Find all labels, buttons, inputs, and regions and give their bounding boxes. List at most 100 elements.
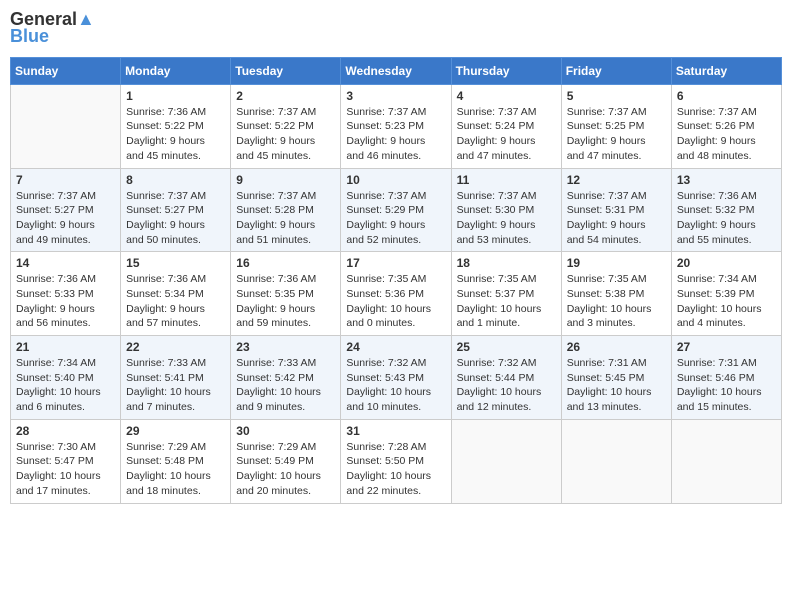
day-number: 22 xyxy=(126,340,225,354)
day-info: Sunrise: 7:31 AMSunset: 5:46 PMDaylight:… xyxy=(677,356,776,415)
day-number: 1 xyxy=(126,89,225,103)
day-info: Sunrise: 7:34 AMSunset: 5:39 PMDaylight:… xyxy=(677,272,776,331)
calendar-cell: 25 Sunrise: 7:32 AMSunset: 5:44 PMDayligh… xyxy=(451,336,561,420)
calendar-cell xyxy=(671,419,781,503)
day-number: 21 xyxy=(16,340,115,354)
day-number: 3 xyxy=(346,89,445,103)
calendar-week-2: 7 Sunrise: 7:37 AMSunset: 5:27 PMDaylight… xyxy=(11,168,782,252)
day-number: 10 xyxy=(346,173,445,187)
day-number: 18 xyxy=(457,256,556,270)
day-info: Sunrise: 7:36 AMSunset: 5:32 PMDaylight:… xyxy=(677,189,776,248)
calendar-week-4: 21Sunrise: 7:34 AMSunset: 5:40 PMDayligh… xyxy=(11,336,782,420)
day-number: 6 xyxy=(677,89,776,103)
day-info: Sunrise: 7:33 AMSunset: 5:42 PMDaylight:… xyxy=(236,356,335,415)
calendar-cell xyxy=(11,84,121,168)
calendar-cell: 15 Sunrise: 7:36 AMSunset: 5:34 PMDayligh… xyxy=(121,252,231,336)
calendar-cell: 17 Sunrise: 7:35 AMSunset: 5:36 PMDayligh… xyxy=(341,252,451,336)
weekday-header-saturday: Saturday xyxy=(671,57,781,84)
calendar-cell: 21Sunrise: 7:34 AMSunset: 5:40 PMDayligh… xyxy=(11,336,121,420)
day-number: 5 xyxy=(567,89,666,103)
weekday-header-sunday: Sunday xyxy=(11,57,121,84)
weekday-header-thursday: Thursday xyxy=(451,57,561,84)
calendar-week-1: 1 Sunrise: 7:36 AMSunset: 5:22 PMDaylight… xyxy=(11,84,782,168)
day-number: 7 xyxy=(16,173,115,187)
calendar-cell: 27 Sunrise: 7:31 AMSunset: 5:46 PMDayligh… xyxy=(671,336,781,420)
day-number: 27 xyxy=(677,340,776,354)
day-info: Sunrise: 7:33 AMSunset: 5:41 PMDaylight:… xyxy=(126,356,225,415)
day-number: 15 xyxy=(126,256,225,270)
calendar-cell: 4Sunrise: 7:37 AMSunset: 5:24 PMDaylight… xyxy=(451,84,561,168)
day-number: 14 xyxy=(16,256,115,270)
day-number: 8 xyxy=(126,173,225,187)
day-info: Sunrise: 7:36 AMSunset: 5:35 PMDaylight:… xyxy=(236,272,335,331)
calendar-cell: 29 Sunrise: 7:29 AMSunset: 5:48 PMDayligh… xyxy=(121,419,231,503)
day-info: Sunrise: 7:36 AMSunset: 5:22 PMDaylight:… xyxy=(126,105,225,164)
weekday-header-tuesday: Tuesday xyxy=(231,57,341,84)
calendar-cell: 1 Sunrise: 7:36 AMSunset: 5:22 PMDaylight… xyxy=(121,84,231,168)
weekday-header-wednesday: Wednesday xyxy=(341,57,451,84)
weekday-header-row: SundayMondayTuesdayWednesdayThursdayFrid… xyxy=(11,57,782,84)
day-info: Sunrise: 7:36 AMSunset: 5:33 PMDaylight:… xyxy=(16,272,115,331)
day-number: 25 xyxy=(457,340,556,354)
day-info: Sunrise: 7:37 AMSunset: 5:22 PMDaylight:… xyxy=(236,105,335,164)
calendar-cell: 26 Sunrise: 7:31 AMSunset: 5:45 PMDayligh… xyxy=(561,336,671,420)
day-info: Sunrise: 7:35 AMSunset: 5:38 PMDaylight:… xyxy=(567,272,666,331)
day-number: 4 xyxy=(457,89,556,103)
calendar-cell: 14 Sunrise: 7:36 AMSunset: 5:33 PMDayligh… xyxy=(11,252,121,336)
day-info: Sunrise: 7:35 AMSunset: 5:37 PMDaylight:… xyxy=(457,272,556,331)
calendar-cell: 11 Sunrise: 7:37 AMSunset: 5:30 PMDayligh… xyxy=(451,168,561,252)
day-number: 30 xyxy=(236,424,335,438)
calendar-cell: 3 Sunrise: 7:37 AMSunset: 5:23 PMDaylight… xyxy=(341,84,451,168)
calendar-cell: 20 Sunrise: 7:34 AMSunset: 5:39 PMDayligh… xyxy=(671,252,781,336)
day-number: 23 xyxy=(236,340,335,354)
day-info: Sunrise: 7:37 AMSunset: 5:23 PMDaylight:… xyxy=(346,105,445,164)
day-number: 17 xyxy=(346,256,445,270)
calendar-cell: 31 Sunrise: 7:28 AMSunset: 5:50 PMDayligh… xyxy=(341,419,451,503)
day-info: Sunrise: 7:31 AMSunset: 5:45 PMDaylight:… xyxy=(567,356,666,415)
day-number: 13 xyxy=(677,173,776,187)
day-info: Sunrise: 7:29 AMSunset: 5:48 PMDaylight:… xyxy=(126,440,225,499)
calendar-cell: 6 Sunrise: 7:37 AMSunset: 5:26 PMDaylight… xyxy=(671,84,781,168)
day-info: Sunrise: 7:37 AMSunset: 5:25 PMDaylight:… xyxy=(567,105,666,164)
calendar-cell: 16 Sunrise: 7:36 AMSunset: 5:35 PMDayligh… xyxy=(231,252,341,336)
day-number: 16 xyxy=(236,256,335,270)
calendar-cell: 19 Sunrise: 7:35 AMSunset: 5:38 PMDayligh… xyxy=(561,252,671,336)
day-info: Sunrise: 7:37 AMSunset: 5:31 PMDaylight:… xyxy=(567,189,666,248)
calendar-cell: 5 Sunrise: 7:37 AMSunset: 5:25 PMDaylight… xyxy=(561,84,671,168)
calendar-cell: 23 Sunrise: 7:33 AMSunset: 5:42 PMDayligh… xyxy=(231,336,341,420)
calendar-cell: 24 Sunrise: 7:32 AMSunset: 5:43 PMDayligh… xyxy=(341,336,451,420)
calendar-cell: 10Sunrise: 7:37 AMSunset: 5:29 PMDayligh… xyxy=(341,168,451,252)
logo: General▲ Blue xyxy=(10,10,95,47)
day-info: Sunrise: 7:37 AMSunset: 5:27 PMDaylight:… xyxy=(126,189,225,248)
day-info: Sunrise: 7:32 AMSunset: 5:44 PMDaylight:… xyxy=(457,356,556,415)
day-number: 19 xyxy=(567,256,666,270)
day-number: 28 xyxy=(16,424,115,438)
day-number: 24 xyxy=(346,340,445,354)
day-number: 29 xyxy=(126,424,225,438)
calendar-cell: 12 Sunrise: 7:37 AMSunset: 5:31 PMDayligh… xyxy=(561,168,671,252)
calendar-cell: 2Sunrise: 7:37 AMSunset: 5:22 PMDaylight… xyxy=(231,84,341,168)
calendar-week-5: 28 Sunrise: 7:30 AMSunset: 5:47 PMDayligh… xyxy=(11,419,782,503)
day-info: Sunrise: 7:37 AMSunset: 5:30 PMDaylight:… xyxy=(457,189,556,248)
day-info: Sunrise: 7:28 AMSunset: 5:50 PMDaylight:… xyxy=(346,440,445,499)
calendar-cell: 9 Sunrise: 7:37 AMSunset: 5:28 PMDaylight… xyxy=(231,168,341,252)
day-info: Sunrise: 7:37 AMSunset: 5:26 PMDaylight:… xyxy=(677,105,776,164)
day-info: Sunrise: 7:35 AMSunset: 5:36 PMDaylight:… xyxy=(346,272,445,331)
day-info: Sunrise: 7:32 AMSunset: 5:43 PMDaylight:… xyxy=(346,356,445,415)
calendar-cell: 18 Sunrise: 7:35 AMSunset: 5:37 PMDayligh… xyxy=(451,252,561,336)
day-info: Sunrise: 7:37 AMSunset: 5:27 PMDaylight:… xyxy=(16,189,115,248)
day-number: 20 xyxy=(677,256,776,270)
day-info: Sunrise: 7:36 AMSunset: 5:34 PMDaylight:… xyxy=(126,272,225,331)
day-number: 12 xyxy=(567,173,666,187)
calendar-week-3: 14 Sunrise: 7:36 AMSunset: 5:33 PMDayligh… xyxy=(11,252,782,336)
calendar-cell: 7 Sunrise: 7:37 AMSunset: 5:27 PMDaylight… xyxy=(11,168,121,252)
day-number: 11 xyxy=(457,173,556,187)
calendar-cell: 28 Sunrise: 7:30 AMSunset: 5:47 PMDayligh… xyxy=(11,419,121,503)
page-header: General▲ Blue xyxy=(10,10,782,47)
day-info: Sunrise: 7:37 AMSunset: 5:28 PMDaylight:… xyxy=(236,189,335,248)
day-number: 26 xyxy=(567,340,666,354)
day-number: 31 xyxy=(346,424,445,438)
calendar-cell: 8 Sunrise: 7:37 AMSunset: 5:27 PMDaylight… xyxy=(121,168,231,252)
day-info: Sunrise: 7:30 AMSunset: 5:47 PMDaylight:… xyxy=(16,440,115,499)
day-number: 9 xyxy=(236,173,335,187)
